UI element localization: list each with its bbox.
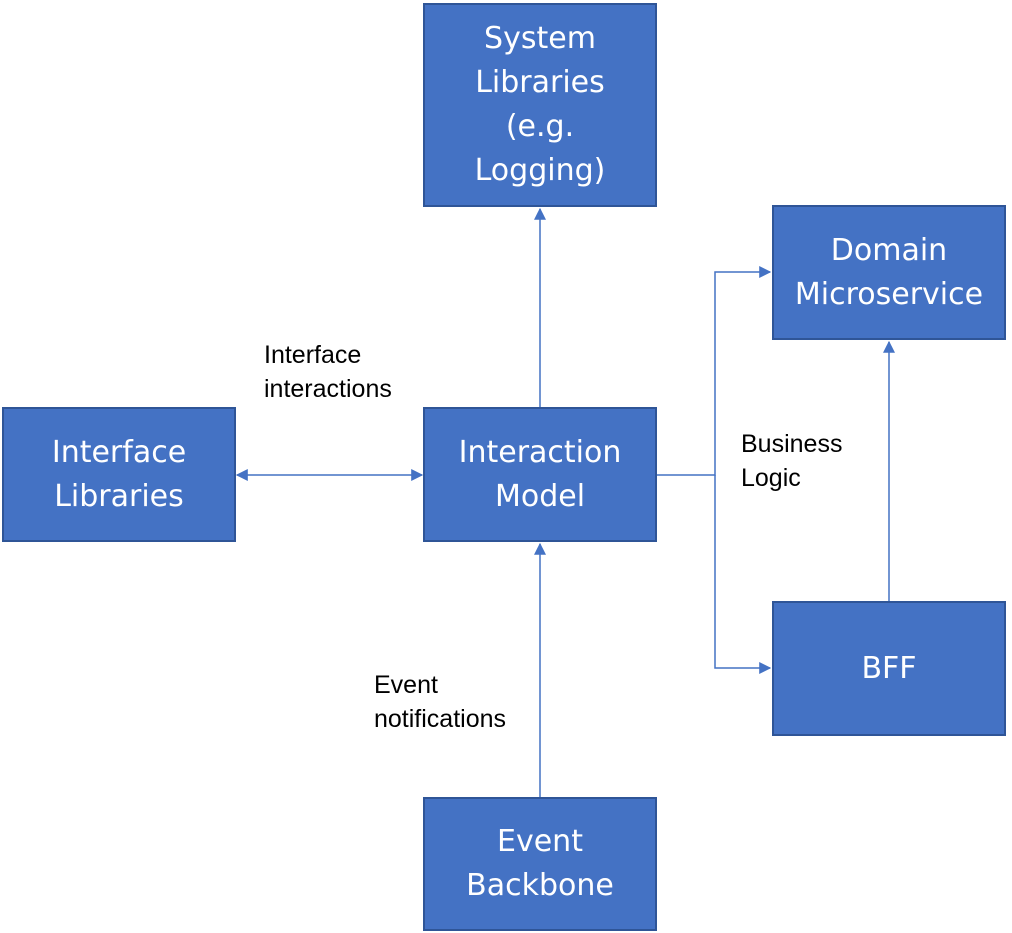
node-bff-label: BFF — [861, 650, 917, 686]
node-interface-libraries: Interface Libraries — [2, 407, 236, 542]
edge-interaction-to-bff — [714, 475, 772, 674]
node-interaction-model-label: Interaction Model — [458, 434, 622, 514]
node-event-backbone: Event Backbone — [423, 797, 657, 931]
node-interface-libraries-label: Interface Libraries — [51, 434, 187, 514]
edge-label-event-notifications: Event notifications — [374, 671, 507, 733]
node-event-backbone-label: Event Backbone — [466, 824, 614, 903]
node-bff: BFF — [772, 601, 1006, 736]
node-domain-microservice: Domain Microservice — [772, 205, 1006, 340]
edge-label-interface-interactions: Interface interactions — [264, 341, 392, 403]
node-system-libraries: System Libraries (e.g. Logging) — [423, 3, 657, 207]
node-interaction-model: Interaction Model — [423, 407, 657, 542]
edge-label-business-logic: Business Logic — [741, 430, 843, 492]
node-domain-microservice-label: Domain Microservice — [794, 232, 984, 312]
node-system-libraries-label: System Libraries (e.g. Logging) — [474, 21, 606, 188]
